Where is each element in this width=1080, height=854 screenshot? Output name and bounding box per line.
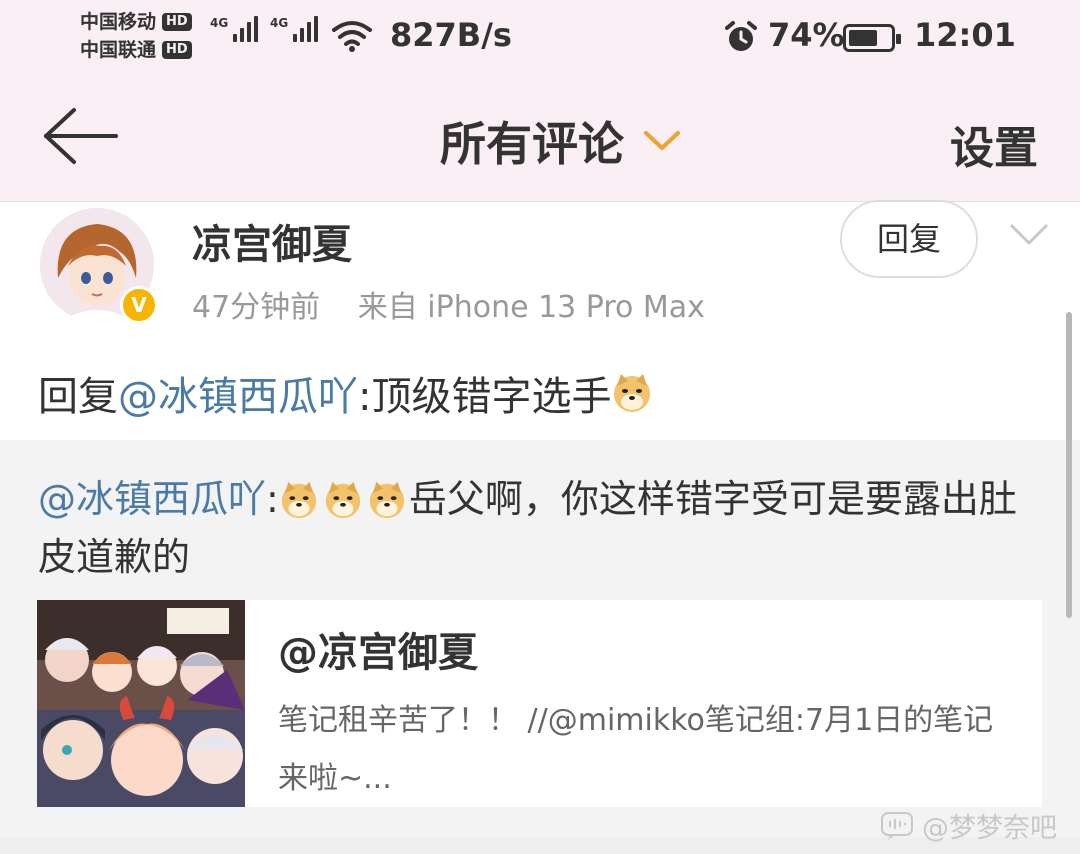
watermark-text: @梦梦奈吧 [922, 813, 1057, 844]
comment-time: 47分钟前 [192, 290, 321, 325]
signal-icon: 4G [270, 16, 319, 42]
card-title: @凉宫御夏 [278, 630, 478, 676]
mention-link[interactable]: @冰镇西瓜吖 [118, 364, 358, 422]
comment-source: 来自 iPhone 13 Pro Max [357, 290, 705, 325]
doge-emoji-group [279, 480, 407, 520]
carrier-info: 中国移动 HD 中国联通 HD [80, 8, 192, 64]
card-description: 笔记租辛苦了！！ //@mimikko笔记组:7月1日的笔记来啦~... [278, 703, 994, 796]
linked-post-card[interactable]: @凉宫御夏 笔记租辛苦了！！ //@mimikko笔记组:7月1日的笔记来啦~.… [37, 600, 1042, 807]
back-button[interactable] [40, 104, 120, 168]
hd-badge: HD [162, 41, 192, 59]
battery-icon [843, 24, 901, 52]
alarm-icon [725, 21, 757, 51]
status-bar: 中国移动 HD 中国联通 HD 4G 4G 827B/s 74% 12:01 [0, 0, 1080, 82]
watermark: @梦梦奈吧 [880, 806, 1057, 845]
page-title: 所有评论 [440, 117, 624, 171]
hd-badge: HD [162, 13, 192, 31]
net-speed: 827B/s [390, 16, 512, 54]
carrier-2: 中国联通 [80, 39, 157, 61]
carrier-1: 中国移动 [80, 11, 157, 33]
comment-text: 回复 @冰镇西瓜吖 :顶级错字选手 [38, 364, 653, 422]
top-nav-bar: 所有评论 设置 [0, 82, 1080, 202]
signal-icon: 4G [210, 16, 259, 42]
comment-username[interactable]: 凉宫御夏 [192, 212, 352, 270]
verified-badge: V [120, 286, 158, 324]
back-arrow-icon [44, 108, 118, 164]
doge-emoji-icon [614, 374, 651, 412]
battery-percent: 74% [768, 16, 845, 54]
comment-meta: 47分钟前 来自 iPhone 13 Pro Max [192, 282, 705, 326]
reply-prefix: 回复 [38, 374, 118, 420]
quoted-comment[interactable]: @冰镇西瓜吖: 岳父啊，你这样错字受可是要露出肚皮道歉的 @凉宫御夏 笔记租辛苦… [0, 440, 1080, 837]
comment-body: :顶级错字选手 [358, 374, 612, 420]
clock: 12:01 [914, 16, 1016, 54]
quoted-mention-link[interactable]: @冰镇西瓜吖 [38, 477, 266, 521]
scrollbar[interactable] [1066, 312, 1072, 618]
doge-emoji-icon [325, 481, 360, 519]
doge-emoji-icon [369, 481, 404, 519]
reply-button[interactable]: 回复 [840, 200, 978, 278]
chevron-down-icon [644, 131, 680, 150]
settings-button[interactable]: 设置 [950, 112, 1038, 176]
comment-filter-dropdown[interactable]: 所有评论 [440, 108, 682, 174]
more-options-chevron-icon[interactable] [1008, 222, 1050, 248]
quoted-text: @冰镇西瓜吖: 岳父啊，你这样错字受可是要露出肚皮道歉的 [38, 477, 1017, 579]
wifi-icon [332, 21, 372, 52]
weibo-chat-icon [881, 811, 913, 840]
post-thumbnail [37, 600, 245, 807]
doge-emoji-icon [281, 481, 316, 519]
anime-artwork-image [37, 600, 245, 807]
